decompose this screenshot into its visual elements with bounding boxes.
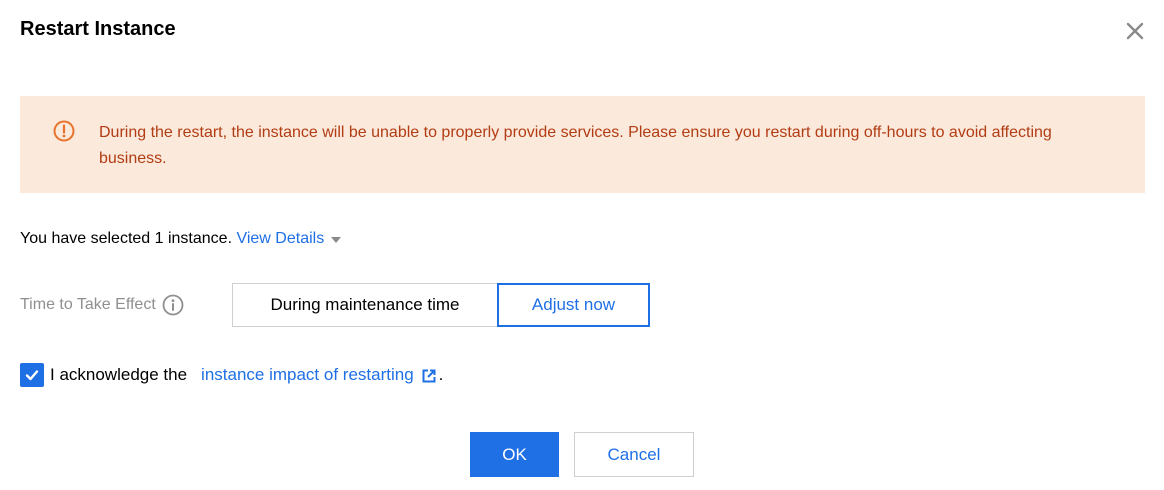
restart-instance-dialog: Restart Instance During the restart, the… — [0, 0, 1164, 490]
restart-impact-link-label: instance impact of restarting — [201, 365, 414, 384]
time-to-take-effect-label: Time to Take Effect — [20, 294, 184, 316]
option-during-maintenance-time[interactable]: During maintenance time — [232, 283, 497, 327]
acknowledge-suffix: . — [438, 365, 444, 384]
ok-button[interactable]: OK — [470, 432, 559, 477]
cancel-button[interactable]: Cancel — [574, 432, 694, 477]
external-link-icon — [421, 367, 437, 383]
checkmark-icon — [25, 370, 39, 381]
alert-message: During the restart, the instance will be… — [99, 124, 1052, 167]
dialog-title: Restart Instance — [20, 18, 176, 40]
caret-down-icon — [331, 237, 342, 243]
effect-time-selector: During maintenance time Adjust now — [232, 283, 650, 327]
restart-impact-link[interactable]: instance impact of restarting — [201, 363, 437, 387]
acknowledge-row: I acknowledge the instance impact of res… — [20, 363, 443, 387]
view-details-label: View Details — [236, 230, 325, 247]
acknowledge-text: I acknowledge the — [50, 365, 188, 384]
info-icon[interactable] — [162, 294, 184, 316]
selection-text: You have selected 1 instance. — [20, 230, 233, 247]
warning-alert: During the restart, the instance will be… — [20, 96, 1145, 193]
option-adjust-now[interactable]: Adjust now — [497, 283, 650, 327]
warning-circle-icon — [53, 120, 75, 142]
selection-summary: You have selected 1 instance. View Detai… — [20, 228, 342, 250]
view-details-link[interactable]: View Details — [236, 228, 342, 250]
effect-label-text: Time to Take Effect — [20, 296, 156, 313]
acknowledge-checkbox[interactable] — [20, 363, 44, 387]
close-icon[interactable] — [1124, 20, 1146, 42]
